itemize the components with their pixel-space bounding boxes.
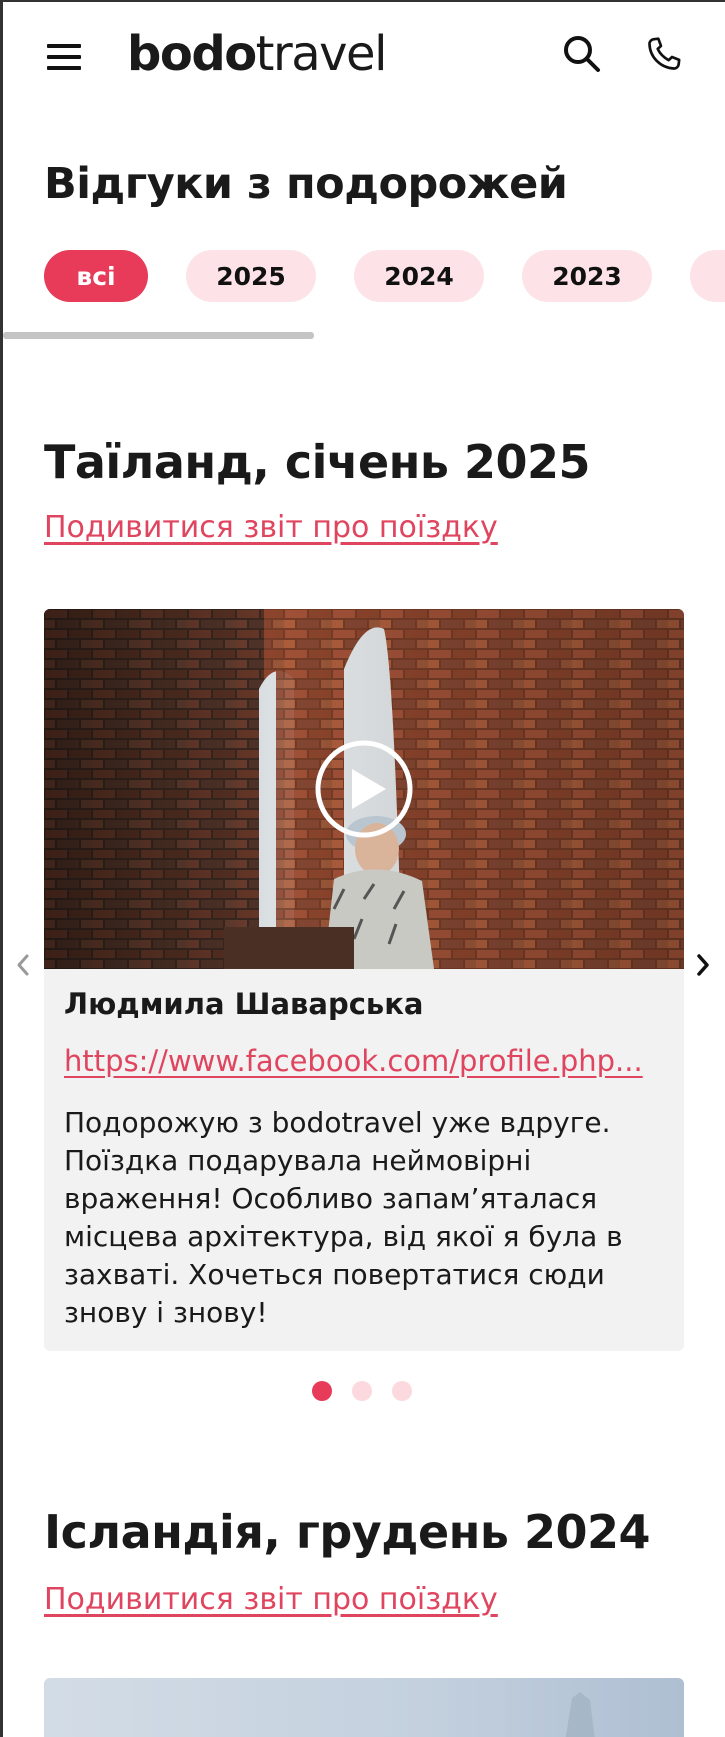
iceland-photo [44,1678,684,1737]
pagination-dot-2[interactable] [352,1381,372,1401]
logo-bold-text: bodo [127,26,257,82]
reviewer-name: Людмила Шаварська [64,987,424,1021]
reviewer-profile-link[interactable]: https://www.facebook.com/profile.php... [64,1041,664,1081]
search-icon[interactable] [561,33,605,77]
trip-report-link[interactable]: Подивитися звіт про поїздку [44,508,498,548]
filter-scrollbar-thumb[interactable] [3,332,314,339]
filter-pill-2025[interactable]: 2025 [186,250,316,302]
filter-pill-2023[interactable]: 2023 [522,250,652,302]
review-card-partial[interactable] [44,1678,684,1737]
window-frame-left [0,0,3,1737]
trip-report-link[interactable]: Подивитися звіт про поїздку [44,1580,498,1620]
review-text: Подорожую з bodotravel уже вдруге. Поїзд… [64,1106,623,1329]
review-video-thumbnail[interactable] [44,609,684,969]
carousel-next-arrow-icon[interactable] [688,945,718,985]
filter-pill-all[interactable]: всі [44,250,148,302]
pagination-dot-1[interactable] [312,1381,332,1401]
pagination-dot-3[interactable] [392,1381,412,1401]
trip-title: Ісландія, грудень 2024 [44,1505,651,1559]
carousel-prev-arrow-icon[interactable] [8,945,38,985]
phone-icon[interactable] [643,35,687,79]
year-filter-bar: всі 2025 2024 2023 [44,250,725,302]
site-header: bodotravel [3,2,725,112]
logo-light-text: travel [255,26,388,82]
filter-pill-partial[interactable] [690,250,725,302]
review-card: Людмила Шаварська https://www.facebook.c… [44,609,684,1351]
carousel-pagination [312,1381,422,1403]
trip-title: Таїланд, січень 2025 [44,435,591,489]
play-icon[interactable] [314,739,414,839]
page-title: Відгуки з подорожей [44,159,568,209]
site-logo[interactable]: bodotravel [127,26,388,82]
hamburger-icon[interactable] [47,42,81,72]
filter-pill-2024[interactable]: 2024 [354,250,484,302]
